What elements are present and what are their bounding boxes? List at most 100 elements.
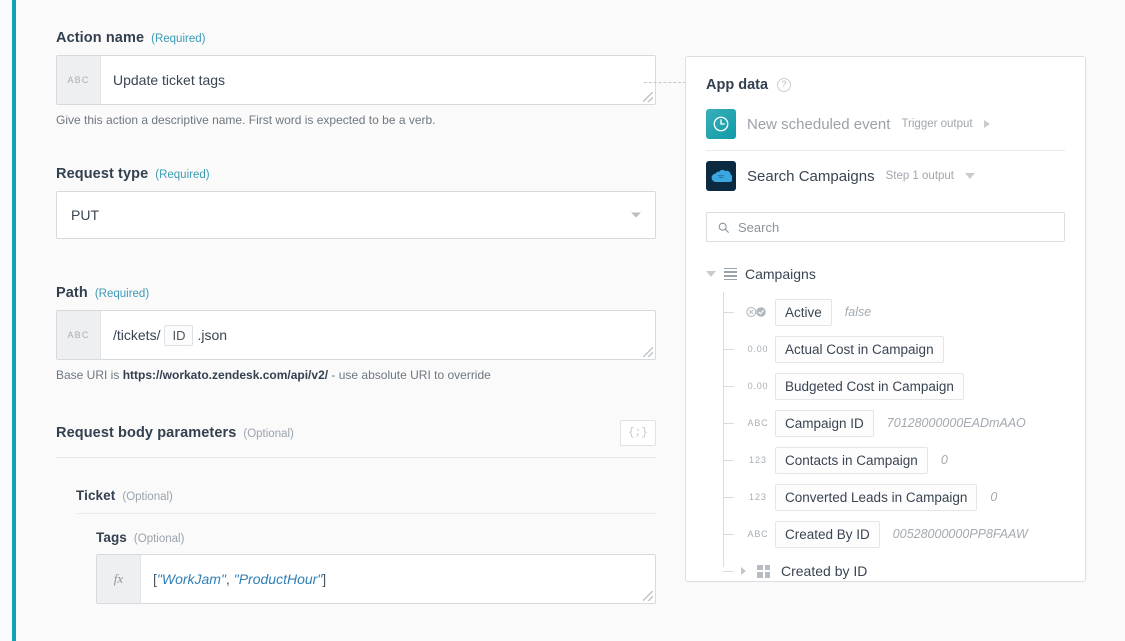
search-input[interactable]: Search (738, 220, 779, 235)
app-data-panel: App data ? New scheduled event Trigger o… (685, 56, 1086, 582)
datapill-value: 0 (990, 490, 997, 504)
tags-item-2: "ProductHour" (234, 571, 323, 587)
datapill-chip[interactable]: Contacts in Campaign (775, 447, 928, 474)
path-hint-suffix: - use absolute URI to override (328, 368, 491, 382)
salesforce-icon (706, 161, 736, 191)
path-suffix-text: .json (197, 327, 227, 343)
request-type-select[interactable]: PUT (56, 191, 656, 239)
tags-value: ["WorkJam", "ProductHour"] (153, 571, 326, 587)
path-label-row: Path (Required) (56, 285, 656, 301)
textarea-resize-handle[interactable] (643, 591, 653, 601)
action-name-label-row: Action name (Required) (56, 30, 656, 46)
datapill-value: 00528000000PP8FAAW (893, 527, 1028, 541)
chevron-right-icon[interactable] (984, 120, 990, 128)
section-request-body-parameters: Request body parameters (Optional) {;} (56, 420, 656, 458)
tags-label-row: Tags (Optional) (96, 530, 656, 545)
datapill-chip[interactable]: Budgeted Cost in Campaign (775, 373, 964, 400)
textarea-resize-handle[interactable] (643, 347, 653, 357)
request-body-header: Request body parameters (Optional) {;} (56, 420, 656, 458)
request-type-label: Request type (56, 166, 148, 182)
ticket-optional-tag: (Optional) (122, 491, 173, 503)
tree-root-campaigns[interactable]: Campaigns (706, 260, 1065, 288)
datapill-tree: Campaigns Active (706, 260, 1065, 585)
tree-leaf-actual-cost[interactable]: 0.00 Actual Cost in Campaign (723, 335, 1065, 363)
path-prefix-text: /tickets/ (113, 327, 160, 343)
source-row-trigger[interactable]: New scheduled event Trigger output (706, 99, 1065, 151)
tree-leaf-created-by-id[interactable]: ABC Created By ID 00528000000PP8FAAW (723, 520, 1065, 548)
abc-type-icon: ABC (741, 529, 775, 539)
source-meta-trigger: Trigger output (901, 118, 972, 130)
path-hint: Base URI is https://workato.zendesk.com/… (56, 367, 656, 383)
fx-formula-icon: fx (97, 555, 141, 603)
field-path: Path (Required) ABC /tickets/ ID .json B… (56, 285, 656, 383)
section-ticket: Ticket (Optional) (76, 488, 656, 514)
tree-leaf-active[interactable]: Active false (723, 298, 1065, 326)
request-body-optional-tag: (Optional) (243, 428, 294, 440)
page-root: Action name (Required) ABC Update ticket… (0, 0, 1125, 641)
path-input[interactable]: /tickets/ ID .json (101, 311, 655, 359)
abc-type-icon: ABC (741, 418, 775, 428)
action-name-input-wrap[interactable]: ABC Update ticket tags (56, 55, 656, 105)
abc-type-icon: ABC (57, 311, 101, 359)
tags-separator: , (226, 571, 234, 587)
datapill-chip[interactable]: Converted Leads in Campaign (775, 484, 977, 511)
field-action-name: Action name (Required) ABC Update ticket… (56, 30, 656, 128)
textarea-resize-handle[interactable] (643, 92, 653, 102)
source-name-trigger: New scheduled event (747, 116, 890, 133)
datapill-value: false (845, 305, 871, 319)
datapill-value: 0 (941, 453, 948, 467)
app-data-header: App data ? (706, 77, 1065, 93)
action-name-required-tag: (Required) (151, 33, 205, 45)
abc-type-icon: ABC (57, 56, 101, 104)
integer-type-icon: 123 (741, 492, 775, 502)
action-config-form: Action name (Required) ABC Update ticket… (16, 0, 664, 641)
tags-input-wrap[interactable]: fx ["WorkJam", "ProductHour"] (96, 554, 656, 604)
tags-item-1: "WorkJam" (157, 571, 226, 587)
action-name-input[interactable]: Update ticket tags (101, 56, 655, 104)
chevron-down-icon[interactable] (706, 271, 716, 277)
path-input-wrap[interactable]: ABC /tickets/ ID .json (56, 310, 656, 360)
path-hint-base-uri: https://workato.zendesk.com/api/v2/ (123, 368, 328, 382)
path-hint-prefix: Base URI is (56, 368, 123, 382)
chevron-right-icon[interactable] (741, 567, 746, 575)
datapill-connector-line (644, 82, 686, 83)
source-row-step1[interactable]: Search Campaigns Step 1 output (706, 151, 1065, 202)
tree-children: Active false 0.00 Actual Cost in Campaig… (723, 298, 1065, 585)
integer-type-icon: 123 (741, 455, 775, 465)
path-id-datapill[interactable]: ID (164, 325, 193, 346)
datapill-chip[interactable]: Created By ID (775, 521, 880, 548)
tree-leaf-contacts-in-campaign[interactable]: 123 Contacts in Campaign 0 (723, 446, 1065, 474)
decimal-type-icon: 0.00 (741, 344, 775, 354)
datapill-search-box[interactable]: Search (706, 212, 1065, 242)
chevron-down-icon[interactable] (965, 173, 975, 179)
datapill-chip[interactable]: Active (775, 299, 832, 326)
chevron-down-icon[interactable] (631, 213, 641, 218)
datapill-chip[interactable]: Campaign ID (775, 410, 874, 437)
json-mode-toggle-button[interactable]: {;} (620, 420, 656, 446)
ticket-label: Ticket (76, 488, 115, 503)
tree-leaf-budgeted-cost[interactable]: 0.00 Budgeted Cost in Campaign (723, 372, 1065, 400)
action-name-hint: Give this action a descriptive name. Fir… (56, 112, 656, 128)
path-required-tag: (Required) (95, 288, 149, 300)
datapill-chip[interactable]: Actual Cost in Campaign (775, 336, 944, 363)
tree-root-label: Campaigns (745, 266, 816, 282)
tree-node-label: Created by ID (781, 563, 867, 579)
path-label: Path (56, 285, 88, 301)
app-data-title: App data (706, 77, 768, 93)
request-body-label: Request body parameters (56, 425, 236, 441)
action-name-label: Action name (56, 30, 144, 46)
tags-label: Tags (96, 530, 127, 545)
source-name-step1: Search Campaigns (747, 168, 875, 185)
app-data-panel-body: App data ? New scheduled event Trigger o… (686, 57, 1085, 585)
request-body-label-row: Request body parameters (Optional) (56, 425, 294, 441)
search-icon (717, 221, 730, 234)
field-tags: Tags (Optional) fx ["WorkJam", "ProductH… (96, 530, 656, 604)
tree-leaf-converted-leads[interactable]: 123 Converted Leads in Campaign 0 (723, 483, 1065, 511)
tree-node-created-by-id-object[interactable]: Created by ID (723, 557, 1065, 585)
source-meta-step1: Step 1 output (886, 170, 954, 182)
tags-input[interactable]: ["WorkJam", "ProductHour"] (141, 555, 655, 603)
help-icon[interactable]: ? (777, 78, 791, 92)
tree-leaf-campaign-id[interactable]: ABC Campaign ID 70128000000EADmAAO (723, 409, 1065, 437)
tags-close-bracket: ] (322, 571, 326, 587)
clock-icon (706, 109, 736, 139)
